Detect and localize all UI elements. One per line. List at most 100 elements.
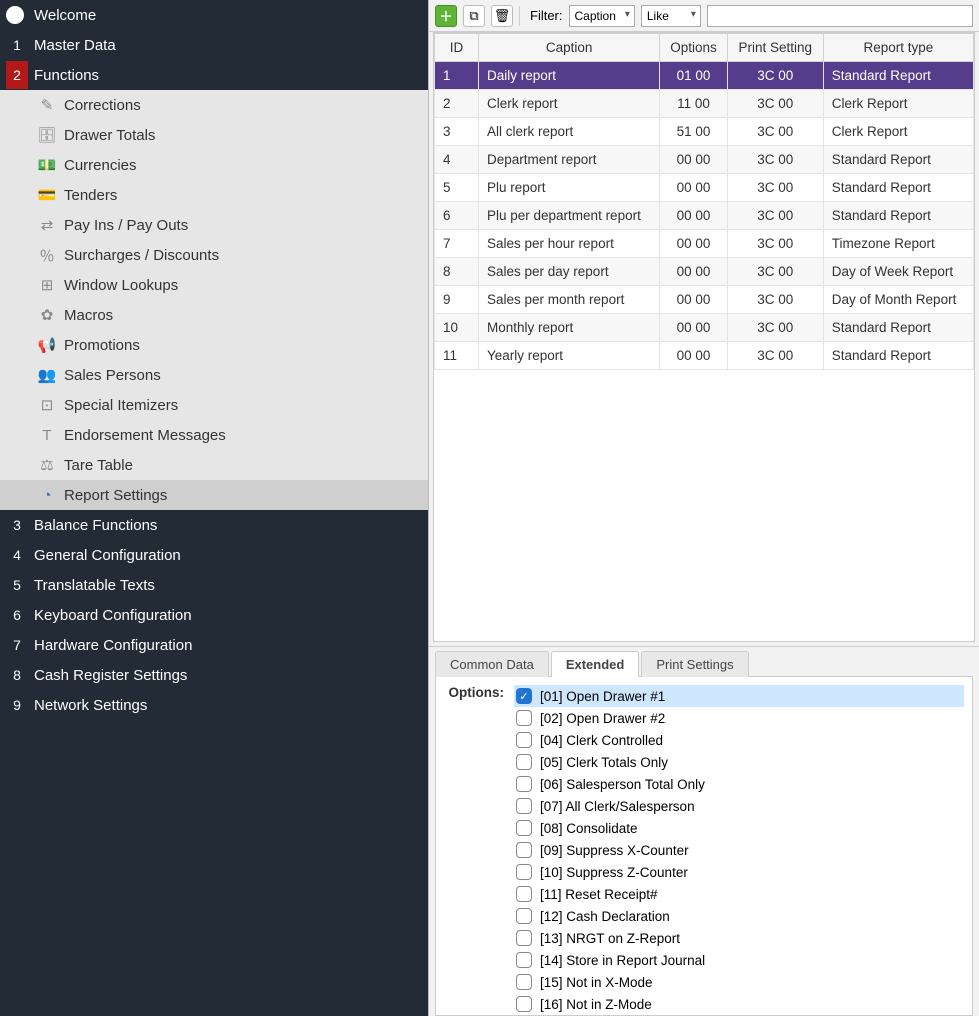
table-row[interactable]: 8Sales per day report00 003C 00Day of We… — [435, 258, 974, 286]
table-row[interactable]: 1Daily report01 003C 00Standard Report — [435, 62, 974, 90]
grid-header[interactable]: Print Setting — [727, 34, 823, 62]
sidebar-welcome[interactable]: ⌂ Welcome — [0, 0, 428, 30]
copy-button[interactable]: ⧉ — [463, 5, 485, 27]
sidebar-item-8[interactable]: 8Cash Register Settings — [0, 660, 428, 690]
add-button[interactable]: ＋ — [435, 5, 457, 27]
grid-header[interactable]: ID — [435, 34, 479, 62]
sub-item[interactable]: ⚖Tare Table — [0, 450, 428, 480]
sub-item[interactable]: 👥Sales Persons — [0, 360, 428, 390]
option-row[interactable]: [11] Reset Receipt# — [514, 883, 964, 905]
grid-header[interactable]: Caption — [479, 34, 660, 62]
tab[interactable]: Extended — [551, 651, 640, 677]
table-cell: 3C 00 — [727, 342, 823, 370]
table-row[interactable]: 4Department report00 003C 00Standard Rep… — [435, 146, 974, 174]
option-row[interactable]: ✓[01] Open Drawer #1 — [514, 685, 964, 707]
option-row[interactable]: [15] Not in X-Mode — [514, 971, 964, 993]
filter-operator-combo[interactable]: Like — [641, 5, 701, 27]
checkbox-icon[interactable] — [516, 776, 532, 792]
checkbox-icon[interactable] — [516, 908, 532, 924]
option-label: [16] Not in Z-Mode — [540, 997, 652, 1012]
sub-item[interactable]: 💵Currencies — [0, 150, 428, 180]
table-row[interactable]: 6Plu per department report00 003C 00Stan… — [435, 202, 974, 230]
option-row[interactable]: [08] Consolidate — [514, 817, 964, 839]
table-row[interactable]: 3All clerk report51 003C 00Clerk Report — [435, 118, 974, 146]
option-row[interactable]: [16] Not in Z-Mode — [514, 993, 964, 1015]
sub-item-label: Endorsement Messages — [64, 427, 226, 444]
option-row[interactable]: [14] Store in Report Journal — [514, 949, 964, 971]
sidebar-item-num: 2 — [6, 61, 28, 89]
table-row[interactable]: 10Monthly report00 003C 00Standard Repor… — [435, 314, 974, 342]
sidebar-item-6[interactable]: 6Keyboard Configuration — [0, 600, 428, 630]
report-icon: ◔ — [36, 485, 58, 505]
checkbox-icon[interactable] — [516, 754, 532, 770]
option-row[interactable]: [07] All Clerk/Salesperson — [514, 795, 964, 817]
sub-item[interactable]: ◔Report Settings — [0, 480, 428, 510]
option-row[interactable]: [06] Salesperson Total Only — [514, 773, 964, 795]
checkbox-icon[interactable] — [516, 864, 532, 880]
checkbox-icon[interactable] — [516, 732, 532, 748]
sidebar-item-label: Balance Functions — [34, 517, 157, 534]
macro-icon: ✿ — [36, 305, 58, 325]
option-label: [05] Clerk Totals Only — [540, 755, 668, 770]
grid-header[interactable]: Options — [660, 34, 727, 62]
sub-item-label: Drawer Totals — [64, 127, 155, 144]
table-cell: 10 — [435, 314, 479, 342]
option-row[interactable]: [09] Suppress X-Counter — [514, 839, 964, 861]
checkbox-icon[interactable] — [516, 820, 532, 836]
sub-item-label: Macros — [64, 307, 113, 324]
sub-item-label: Tenders — [64, 187, 117, 204]
sidebar-item-label: Master Data — [34, 37, 116, 54]
sidebar-item-3[interactable]: 3Balance Functions — [0, 510, 428, 540]
sub-item[interactable]: 🗄Drawer Totals — [0, 120, 428, 150]
sidebar-item-2[interactable]: 2Functions — [0, 60, 428, 90]
checkbox-icon[interactable] — [516, 952, 532, 968]
table-cell: Standard Report — [823, 202, 973, 230]
tabs-wrap: Common DataExtendedPrint Settings Option… — [429, 646, 979, 1016]
tab[interactable]: Print Settings — [641, 651, 748, 677]
sub-item[interactable]: ✎Corrections — [0, 90, 428, 120]
checkbox-icon[interactable] — [516, 974, 532, 990]
sidebar-item-5[interactable]: 5Translatable Texts — [0, 570, 428, 600]
filter-field-combo[interactable]: Caption — [569, 5, 635, 27]
table-row[interactable]: 5Plu report00 003C 00Standard Report — [435, 174, 974, 202]
checkbox-icon[interactable] — [516, 930, 532, 946]
option-row[interactable]: [04] Clerk Controlled — [514, 729, 964, 751]
table-row[interactable]: 2Clerk report11 003C 00Clerk Report — [435, 90, 974, 118]
sub-item[interactable]: 💳Tenders — [0, 180, 428, 210]
sub-item[interactable]: ⇄Pay Ins / Pay Outs — [0, 210, 428, 240]
table-row[interactable]: 11Yearly report00 003C 00Standard Report — [435, 342, 974, 370]
checkbox-icon[interactable]: ✓ — [516, 688, 532, 704]
checkbox-icon[interactable] — [516, 996, 532, 1012]
sub-item[interactable]: ✿ Macros — [0, 300, 428, 330]
sub-item[interactable]: T Endorsement Messages — [0, 420, 428, 450]
sub-item[interactable]: ⊡Special Itemizers — [0, 390, 428, 420]
sidebar-item-num: 4 — [6, 547, 28, 563]
table-row[interactable]: 9Sales per month report00 003C 00Day of … — [435, 286, 974, 314]
sidebar-item-4[interactable]: 4General Configuration — [0, 540, 428, 570]
checkbox-icon[interactable] — [516, 886, 532, 902]
checkbox-icon[interactable] — [516, 798, 532, 814]
delete-button[interactable]: 🗑 — [491, 5, 513, 27]
sub-item[interactable]: 📢Promotions — [0, 330, 428, 360]
sidebar-item-9[interactable]: 9Network Settings — [0, 690, 428, 720]
sidebar-item-7[interactable]: 7Hardware Configuration — [0, 630, 428, 660]
option-row[interactable]: [02] Open Drawer #2 — [514, 707, 964, 729]
endorse-icon: T — [36, 425, 58, 445]
sub-item[interactable]: ％Surcharges / Discounts — [0, 240, 428, 270]
tabs: Common DataExtendedPrint Settings — [435, 651, 973, 677]
checkbox-icon[interactable] — [516, 710, 532, 726]
option-row[interactable]: [10] Suppress Z-Counter — [514, 861, 964, 883]
table-cell: 9 — [435, 286, 479, 314]
checkbox-icon[interactable] — [516, 842, 532, 858]
grid-header[interactable]: Report type — [823, 34, 973, 62]
table-cell: Clerk Report — [823, 90, 973, 118]
filter-input[interactable] — [707, 5, 973, 27]
sidebar: ⌂ Welcome 1Master Data2Functions✎Correct… — [0, 0, 428, 1016]
tab[interactable]: Common Data — [435, 651, 549, 677]
option-row[interactable]: [13] NRGT on Z-Report — [514, 927, 964, 949]
table-row[interactable]: 7Sales per hour report00 003C 00Timezone… — [435, 230, 974, 258]
option-row[interactable]: [05] Clerk Totals Only — [514, 751, 964, 773]
option-row[interactable]: [12] Cash Declaration — [514, 905, 964, 927]
sidebar-item-1[interactable]: 1Master Data — [0, 30, 428, 60]
sub-item[interactable]: ⊞Window Lookups — [0, 270, 428, 300]
